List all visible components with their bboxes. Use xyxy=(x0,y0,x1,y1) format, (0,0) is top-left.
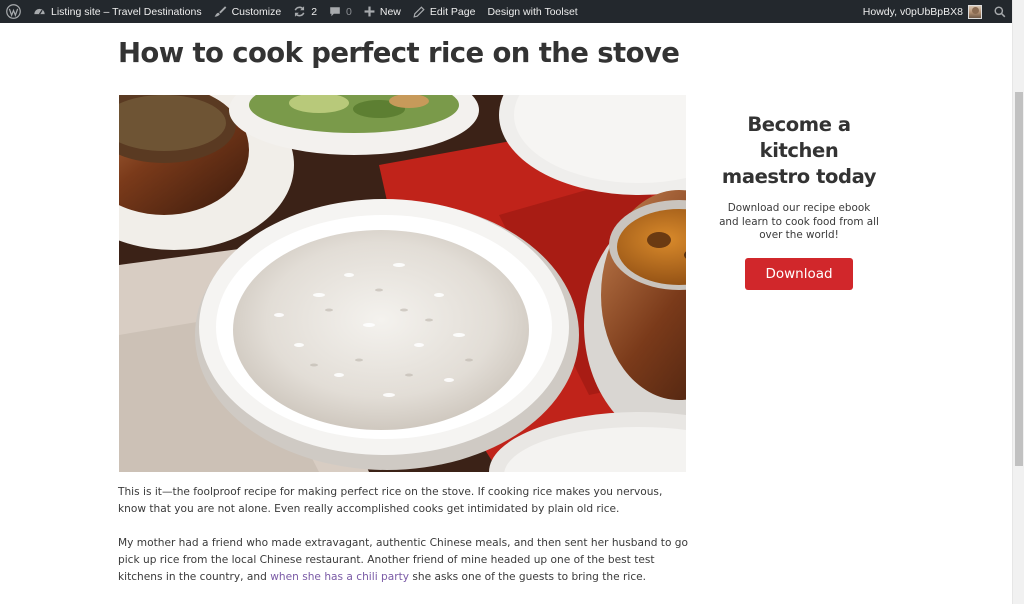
avatar xyxy=(968,4,982,19)
design-toolset-label: Design with Toolset xyxy=(487,5,578,18)
plus-icon xyxy=(364,6,375,17)
cta-description: Download our recipe ebook and learn to c… xyxy=(719,202,879,241)
comments-link[interactable]: 0 xyxy=(323,0,358,23)
refresh-icon xyxy=(294,6,305,17)
greeting-label: Howdy, v0pUbBpBX8 xyxy=(862,5,963,18)
comments-count: 0 xyxy=(346,5,352,18)
dashboard-icon xyxy=(34,8,45,15)
design-with-toolset-link[interactable]: Design with Toolset xyxy=(481,0,583,23)
search-icon xyxy=(994,5,1006,17)
post-paragraph: My mother had a friend who made extravag… xyxy=(118,535,690,586)
updates-count: 2 xyxy=(311,5,318,18)
new-content-link[interactable]: New xyxy=(358,0,407,23)
rice-bowl-photo-icon xyxy=(119,95,686,472)
hero-image xyxy=(119,95,686,472)
edit-page-label: Edit Page xyxy=(429,5,476,18)
wordpress-logo-button[interactable] xyxy=(0,0,27,23)
site-name-label: Listing site – Travel Destinations xyxy=(51,5,202,18)
cta-title: Become a kitchen maestro today xyxy=(721,113,877,188)
scrollbar[interactable] xyxy=(1012,0,1024,604)
search-button[interactable] xyxy=(988,0,1012,23)
edit-page-link[interactable]: Edit Page xyxy=(407,0,482,23)
chili-party-link[interactable]: when she has a chili party xyxy=(270,571,409,583)
admin-bar: Listing site – Travel Destinations Custo… xyxy=(0,0,1012,23)
pencil-icon xyxy=(413,5,425,18)
customize-link[interactable]: Customize xyxy=(208,0,288,23)
new-label: New xyxy=(379,5,401,18)
scrollbar-thumb[interactable] xyxy=(1015,92,1023,466)
my-account-link[interactable]: Howdy, v0pUbBpBX8 xyxy=(857,0,988,23)
wordpress-icon xyxy=(6,4,21,19)
comment-bubble-icon xyxy=(330,6,340,16)
paintbrush-icon xyxy=(214,6,226,17)
paragraph-text: she asks one of the guests to bring the … xyxy=(409,571,647,583)
ebook-cta-widget: Become a kitchen maestro today Download … xyxy=(715,112,883,290)
page-title: How to cook perfect rice on the stove xyxy=(118,37,680,69)
updates-link[interactable]: 2 xyxy=(287,0,323,23)
customize-label: Customize xyxy=(231,5,282,18)
download-button[interactable]: Download xyxy=(745,257,853,290)
site-name-link[interactable]: Listing site – Travel Destinations xyxy=(27,0,208,23)
post-paragraph: This is it—the foolproof recipe for maki… xyxy=(118,486,663,515)
